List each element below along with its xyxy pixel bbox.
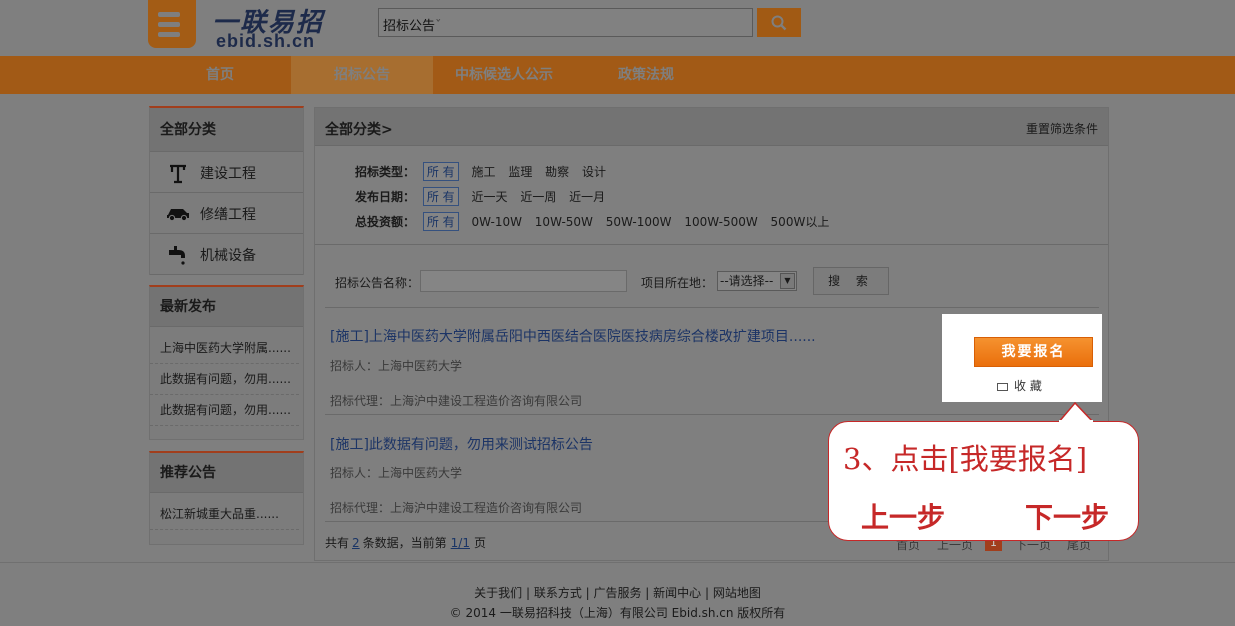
name-label: 招标公告名称： xyxy=(335,276,420,290)
latest-panel: 最新发布 上海中医药大学附属...... 此数据有问题，勿用...... 此数据… xyxy=(149,285,304,440)
logo-domain[interactable]: ebid.sh.cn xyxy=(216,31,315,52)
filter-option[interactable]: 监理 xyxy=(508,163,532,180)
filter-option[interactable]: 10W-50W xyxy=(535,215,593,229)
nav-home[interactable]: 首页 xyxy=(150,56,290,94)
category-panel: 全部分类 建设工程 修缮工程 机械设备 xyxy=(149,106,304,275)
announcement-tenderer: 招标人：上海中医药大学 xyxy=(330,359,463,373)
category-title: 全部分类 xyxy=(150,108,303,152)
callout-prev-button[interactable]: 上一步 xyxy=(861,496,945,536)
filter-option[interactable]: 50W-100W xyxy=(606,215,672,229)
announcement-title-link[interactable]: [施工]此数据有问题，勿用来测试招标公告 xyxy=(330,434,593,454)
search-input[interactable]: 招标公告ˇ xyxy=(378,8,753,37)
folder-icon xyxy=(997,382,1008,391)
location-value: --请选择-- xyxy=(720,274,774,288)
callout-next-button[interactable]: 下一步 xyxy=(1025,496,1109,536)
nav-policies[interactable]: 政策法规 xyxy=(575,56,717,94)
filter-option[interactable]: 100W-500W xyxy=(684,215,757,229)
filter-option[interactable]: 勘察 xyxy=(545,163,569,180)
breadcrumb[interactable]: 全部分类> xyxy=(325,119,393,139)
category-label: 修缮工程 xyxy=(200,207,256,223)
announcement-tenderer: 招标人：上海中医药大学 xyxy=(330,466,463,480)
announcement-agent: 招标代理：上海沪中建设工程造价咨询有限公司 xyxy=(330,501,583,515)
category-item-machinery[interactable]: 机械设备 xyxy=(150,234,303,275)
nav-winning-candidates[interactable]: 中标候选人公示 xyxy=(433,56,575,94)
filter-option[interactable]: 设计 xyxy=(582,163,606,180)
filter-option[interactable]: 近一周 xyxy=(520,188,556,205)
reset-filters-link[interactable]: 重置筛选条件 xyxy=(1026,120,1098,137)
location-select[interactable]: --请选择-- ▼ xyxy=(717,271,797,291)
callout-pointer-join xyxy=(1059,420,1093,423)
recommend-item[interactable]: 松江新城重大品重...... xyxy=(150,499,299,530)
main-nav: 首页 招标公告 中标候选人公示 政策法规 xyxy=(0,56,1235,94)
callout-step-text: 3、点击[我要报名] xyxy=(843,442,1088,476)
footer-links[interactable]: 关于我们 | 联系方式 | 广告服务 | 新闻中心 | 网站地图 xyxy=(0,584,1235,601)
car-icon xyxy=(166,203,190,225)
category-item-construction[interactable]: 建设工程 xyxy=(150,152,303,193)
latest-item[interactable]: 此数据有问题，勿用...... xyxy=(150,364,299,395)
pager-info: 共有 2 条数据，当前第 1/1 页 xyxy=(325,536,486,550)
nav-bid-announcements[interactable]: 招标公告 xyxy=(291,56,433,94)
site-header: 一联易招 ebid.sh.cn 招标公告ˇ xyxy=(0,0,1235,56)
filter-search-button[interactable]: 搜 索 xyxy=(813,267,889,295)
divider xyxy=(325,414,1099,415)
category-label: 建设工程 xyxy=(200,166,256,182)
filter-label: 发布日期： xyxy=(355,190,416,204)
filter-type: 招标类型： 所 有 施工 监理 勘察 设计 xyxy=(355,162,615,182)
filter-option[interactable]: 所 有 xyxy=(422,162,459,181)
filter-label: 招标类型： xyxy=(355,165,416,179)
logo-icon[interactable] xyxy=(148,0,196,48)
search-icon xyxy=(771,15,787,31)
filter-investment: 总投资额： 所 有 0W-10W 10W-50W 50W-100W 100W-5… xyxy=(355,212,838,232)
apply-highlight: 我要报名 收 藏 xyxy=(942,314,1102,402)
apply-button[interactable]: 我要报名 xyxy=(974,337,1093,367)
recommend-panel: 推荐公告 松江新城重大品重...... xyxy=(149,451,304,545)
category-label: 机械设备 xyxy=(200,248,256,264)
site-footer: 关于我们 | 联系方式 | 广告服务 | 新闻中心 | 网站地图 © 2014 … xyxy=(0,562,1235,626)
footer-copyright: © 2014 一联易招科技（上海）有限公司 Ebid.sh.cn 版权所有 xyxy=(449,606,786,620)
favorite-link[interactable]: 收 藏 xyxy=(997,377,1042,394)
filter-label: 总投资额： xyxy=(355,215,416,229)
divider xyxy=(325,307,1099,308)
filter-option[interactable]: 500W以上 xyxy=(771,213,830,230)
latest-item[interactable]: 上海中医药大学附属...... xyxy=(150,333,299,364)
chevron-down-icon: ▼ xyxy=(780,273,795,289)
filter-option[interactable]: 近一月 xyxy=(569,188,605,205)
divider xyxy=(315,244,1108,245)
filter-option[interactable]: 近一天 xyxy=(471,188,507,205)
announcement-name-input[interactable] xyxy=(420,270,627,292)
recommend-title: 推荐公告 xyxy=(150,453,303,493)
latest-title: 最新发布 xyxy=(150,287,303,327)
search-category-select[interactable]: 招标公告ˇ xyxy=(383,15,442,34)
location-label: 项目所在地： xyxy=(641,276,714,290)
filter-option[interactable]: 所 有 xyxy=(422,187,459,206)
filter-option[interactable]: 0W-10W xyxy=(471,215,521,229)
search-button[interactable] xyxy=(757,8,801,37)
filter-option[interactable]: 施工 xyxy=(471,163,495,180)
tutorial-callout: 3、点击[我要报名] 上一步 下一步 xyxy=(828,421,1139,541)
announcement-title-link[interactable]: [施工]上海中医药大学附属岳阳中西医结合医院医技病房综合楼改扩建项目...... xyxy=(330,326,816,346)
filter-date: 发布日期： 所 有 近一天 近一周 近一月 xyxy=(355,187,614,207)
crane-icon xyxy=(166,162,190,184)
main-header: 全部分类> 重置筛选条件 xyxy=(315,108,1108,146)
category-item-renovation[interactable]: 修缮工程 xyxy=(150,193,303,234)
faucet-icon xyxy=(166,244,190,266)
announcement-agent: 招标代理：上海沪中建设工程造价咨询有限公司 xyxy=(330,394,583,408)
filter-option[interactable]: 所 有 xyxy=(422,212,459,231)
latest-item[interactable]: 此数据有问题，勿用...... xyxy=(150,395,299,426)
